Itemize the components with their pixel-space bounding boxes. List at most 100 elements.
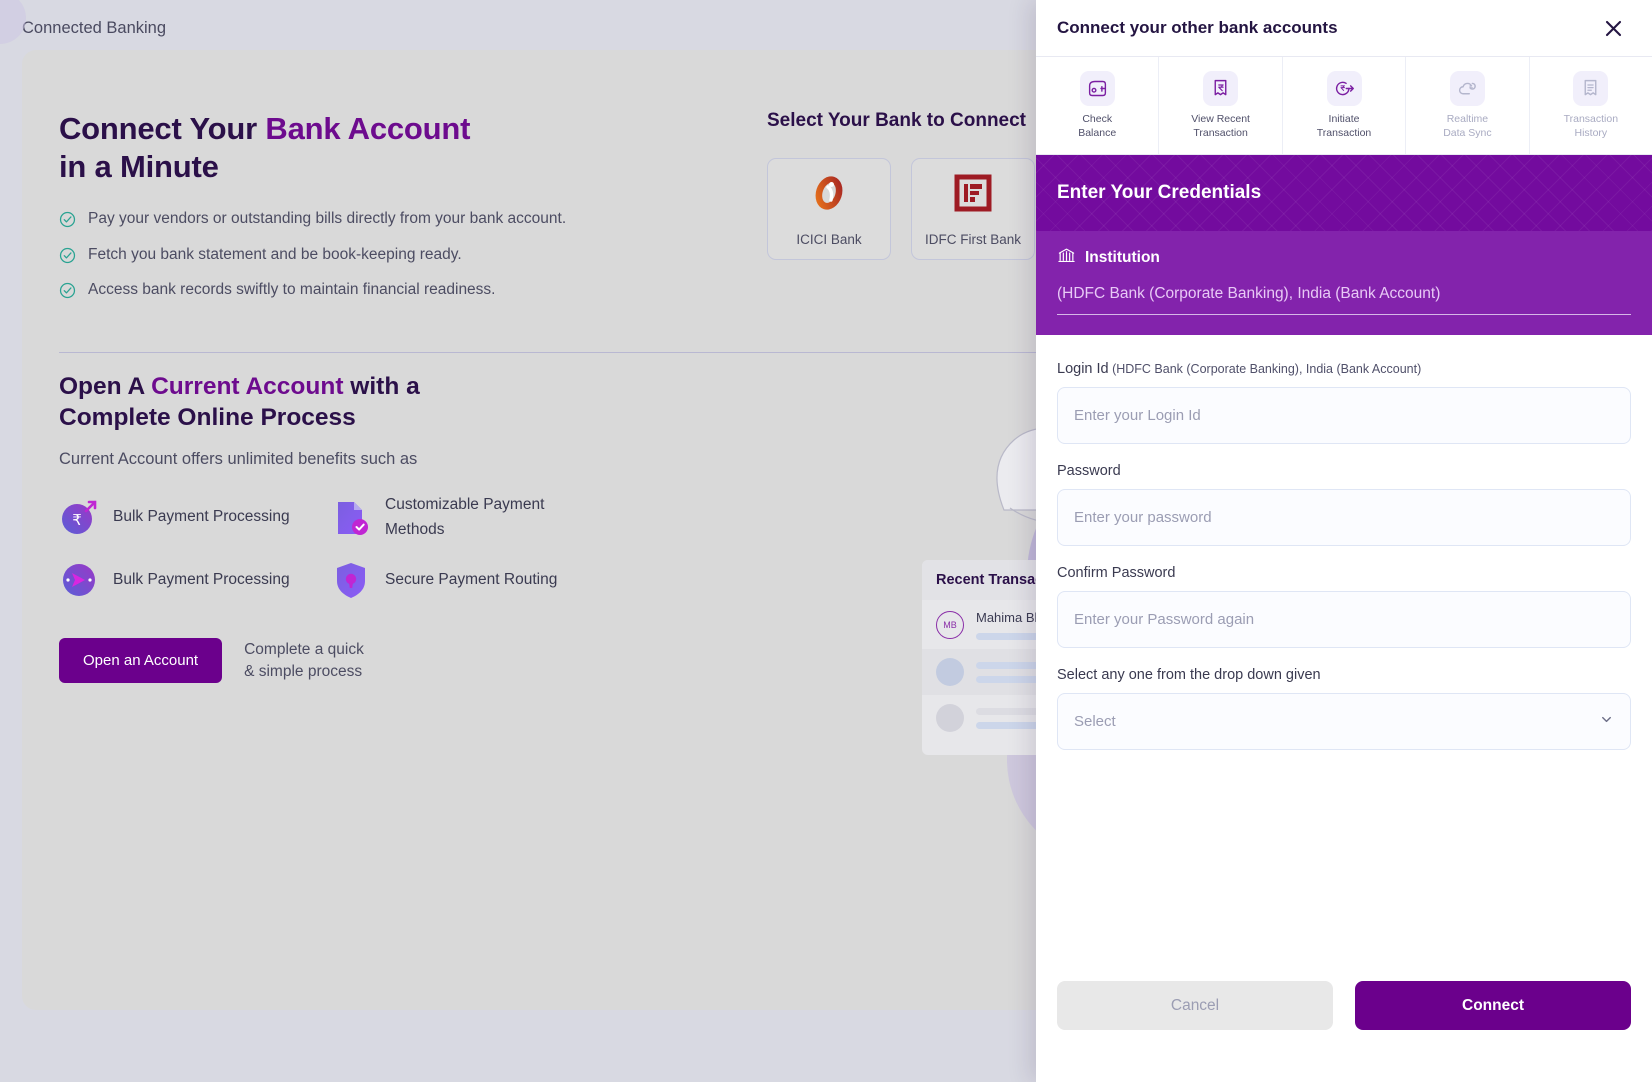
- list-item: Access bank records swiftly to maintain …: [59, 281, 759, 300]
- tab-label-line1: Realtime: [1446, 113, 1489, 126]
- svg-text:₹: ₹: [72, 511, 82, 529]
- cta-row: Open an Account Complete a quick & simpl…: [59, 638, 779, 684]
- bank-card-idfc[interactable]: IDFC First Bank: [911, 158, 1035, 260]
- feature-label: Customizable Payment Methods: [385, 495, 545, 538]
- login-id-hint: (HDFC Bank (Corporate Banking), India (B…: [1108, 362, 1422, 376]
- check-circle-icon: [59, 247, 76, 264]
- hero-heading-part2: in a Minute: [59, 149, 219, 185]
- wallet-icon: [1079, 71, 1115, 107]
- bank-name: IDFC First Bank: [924, 232, 1021, 247]
- check-circle-icon: [59, 211, 76, 228]
- tab-initiate-transaction[interactable]: Initiate Transaction: [1283, 57, 1407, 154]
- ca-heading-part1: Open A: [59, 373, 152, 400]
- credentials-heading: Enter Your Credentials: [1036, 155, 1652, 231]
- panel-footer: Cancel Connect: [1036, 981, 1652, 1082]
- current-account-heading: Open A Current Account with a Complete O…: [59, 372, 779, 434]
- tab-label-line1: Check: [1082, 113, 1113, 126]
- bullet-text: Access bank records swiftly to maintain …: [88, 281, 496, 299]
- avatar: [936, 704, 964, 732]
- bank-card-icici[interactable]: ICICI Bank: [767, 158, 891, 260]
- bullet-text: Pay your vendors or outstanding bills di…: [88, 210, 567, 228]
- hero-heading: Connect Your Bank Account in a Minute: [59, 110, 759, 186]
- institution-block: Institution (HDFC Bank (Corporate Bankin…: [1036, 231, 1652, 335]
- close-icon[interactable]: [1600, 15, 1626, 41]
- tab-label: View Recent Transaction: [1191, 113, 1250, 139]
- tab-realtime-data-sync[interactable]: Realtime Data Sync: [1406, 57, 1530, 154]
- tab-label: Realtime Data Sync: [1443, 113, 1491, 139]
- cloud-sync-icon: [1449, 71, 1485, 107]
- ca-heading-line2: Complete Online Process: [59, 403, 356, 431]
- cta-note-line1: Complete a quick: [244, 640, 364, 658]
- connect-bank-panel: Connect your other bank accounts Check B…: [1036, 0, 1652, 1082]
- idfc-logo-icon: [951, 171, 995, 220]
- tab-check-balance[interactable]: Check Balance: [1036, 57, 1160, 154]
- ca-heading-part2: with a: [343, 373, 420, 400]
- tab-label-line2: Transaction: [1316, 126, 1372, 139]
- tab-label-line1: Initiate: [1328, 113, 1360, 126]
- tab-label-line1: View Recent: [1191, 113, 1250, 126]
- tab-label-line2: Data Sync: [1443, 126, 1492, 139]
- confirm-password-input[interactable]: [1057, 591, 1631, 648]
- tab-label-line2: Balance: [1078, 126, 1117, 139]
- document-check-icon: [331, 498, 371, 538]
- list-item: Pay your vendors or outstanding bills di…: [59, 210, 759, 229]
- avatar: [936, 658, 964, 686]
- hero-heading-accent: Bank Account: [265, 111, 471, 146]
- connect-button[interactable]: Connect: [1355, 981, 1631, 1030]
- tab-label-line1: Transaction: [1563, 113, 1619, 126]
- receipt-rupee-icon: [1203, 71, 1239, 107]
- tab-label-line2: History: [1574, 126, 1608, 139]
- bank-icon: [1057, 246, 1076, 270]
- panel-tab-bar: Check Balance View Recent Transaction In…: [1036, 56, 1652, 155]
- feature-label: Bulk Payment Processing: [113, 508, 290, 526]
- tab-view-recent-transaction[interactable]: View Recent Transaction: [1159, 57, 1283, 154]
- field-password: Password: [1057, 463, 1631, 546]
- field-confirm-password: Confirm Password: [1057, 565, 1631, 648]
- avatar: MB: [936, 610, 964, 639]
- ca-heading-accent: Current Account: [151, 373, 344, 400]
- rupee-growth-icon: ₹: [59, 498, 99, 538]
- feature-item-customizable-payment: Customizable Payment Methods: [331, 493, 603, 543]
- login-id-label-row: Login Id (HDFC Bank (Corporate Banking),…: [1057, 361, 1631, 377]
- transfer-icon: [1326, 71, 1362, 107]
- list-item: Fetch you bank statement and be book-kee…: [59, 246, 759, 265]
- confirm-password-label: Confirm Password: [1057, 565, 1176, 581]
- password-input[interactable]: [1057, 489, 1631, 546]
- institution-row: Institution: [1057, 246, 1631, 270]
- feature-item-bulk-payment-2: Bulk Payment Processing: [59, 560, 331, 600]
- current-account-subtitle: Current Account offers unlimited benefit…: [59, 449, 418, 468]
- check-circle-icon: [59, 282, 76, 299]
- hero-heading-part1: Connect Your: [59, 111, 266, 146]
- cta-note: Complete a quick & simple process: [244, 639, 364, 683]
- panel-header: Connect your other bank accounts: [1036, 0, 1652, 56]
- history-list-icon: [1573, 71, 1609, 107]
- credentials-form: Login Id (HDFC Bank (Corporate Banking),…: [1036, 335, 1652, 981]
- tab-label: Initiate Transaction: [1317, 113, 1371, 139]
- feature-label: Bulk Payment Processing: [113, 570, 290, 588]
- page-title: Connected Banking: [22, 18, 167, 37]
- panel-title: Connect your other bank accounts: [1057, 18, 1338, 37]
- cancel-button[interactable]: Cancel: [1057, 981, 1333, 1030]
- tab-label: Transaction History: [1564, 113, 1618, 139]
- open-account-button[interactable]: Open an Account: [59, 638, 223, 684]
- icici-logo-icon: [807, 171, 851, 220]
- current-account-section: Open A Current Account with a Complete O…: [59, 372, 779, 684]
- dropdown-select[interactable]: Select: [1057, 693, 1631, 750]
- hero-section: Connect Your Bank Account in a Minute Pa…: [59, 110, 759, 317]
- shield-lock-icon: [331, 560, 371, 600]
- login-id-input[interactable]: [1057, 387, 1631, 444]
- password-label: Password: [1057, 463, 1121, 479]
- feature-label: Secure Payment Routing: [385, 570, 558, 588]
- institution-label: Institution: [1085, 249, 1160, 266]
- tab-transaction-history[interactable]: Transaction History: [1530, 57, 1652, 154]
- feature-item-bulk-payment-1: ₹ Bulk Payment Processing: [59, 493, 331, 543]
- field-login-id: Login Id (HDFC Bank (Corporate Banking),…: [1057, 361, 1631, 444]
- institution-value[interactable]: (HDFC Bank (Corporate Banking), India (B…: [1057, 285, 1631, 315]
- cta-note-line2: & simple process: [244, 662, 363, 680]
- field-dropdown: Select any one from the drop down given …: [1057, 667, 1631, 750]
- tab-label: Check Balance: [1078, 113, 1116, 139]
- bank-name: ICICI Bank: [796, 232, 862, 247]
- send-payment-icon: [59, 560, 99, 600]
- bullet-text: Fetch you bank statement and be book-kee…: [88, 245, 462, 263]
- tab-label-line2: Transaction: [1193, 126, 1248, 139]
